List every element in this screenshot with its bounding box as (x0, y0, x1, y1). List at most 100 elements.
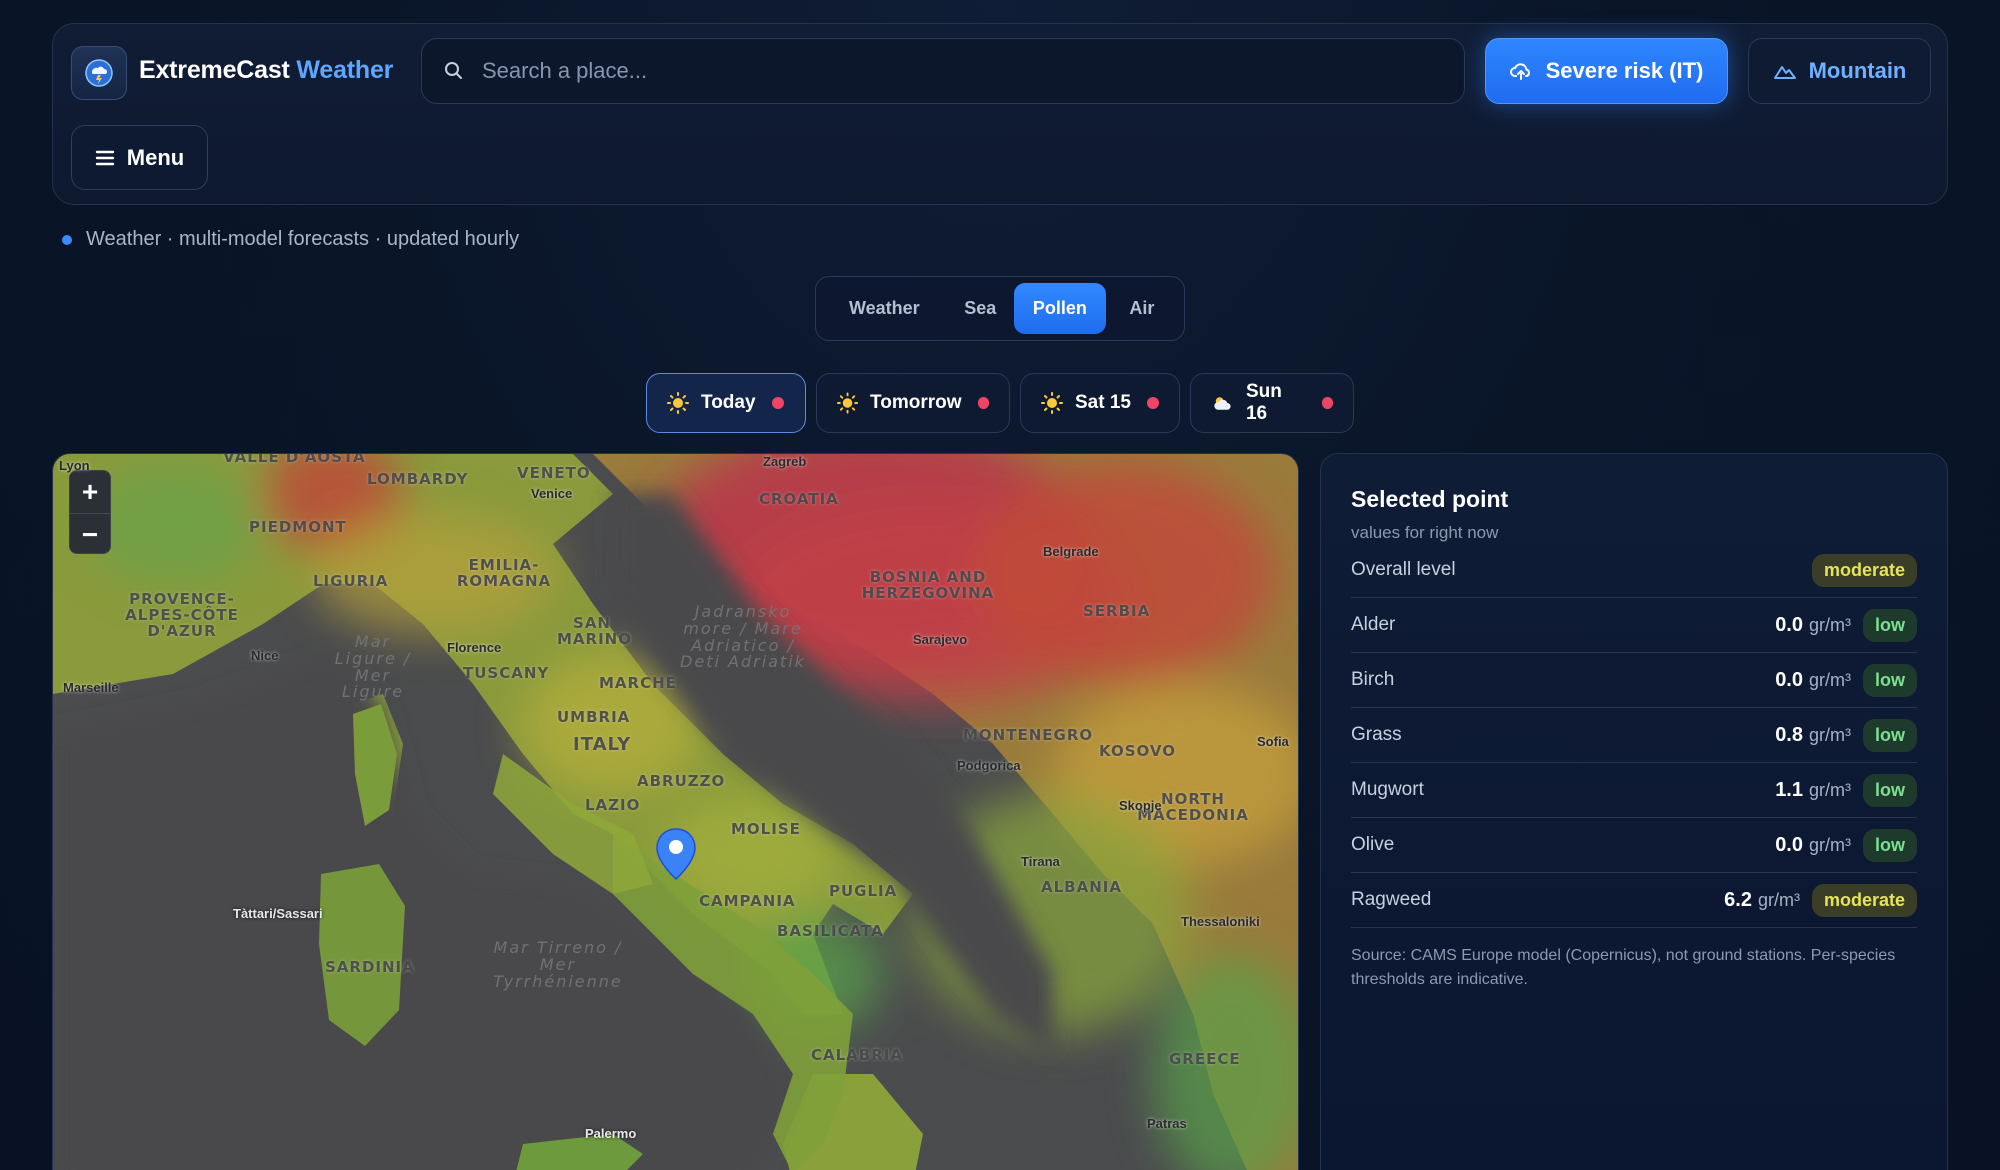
city-label: Marseille (63, 680, 119, 695)
row-label: Overall level (1351, 559, 1456, 580)
storm-globe-icon (85, 59, 113, 87)
level-badge: low (1863, 663, 1917, 697)
top-bar: ExtremeCast Weather Severe risk (IT) Mou… (52, 23, 1948, 205)
region-label: UMBRIA (557, 708, 631, 726)
region-label: CAMPANIA (699, 892, 796, 910)
city-label: Lyon (59, 458, 90, 473)
region-label: VALLE D'AOSTA (223, 453, 366, 466)
row-unit: gr/m³ (1809, 834, 1851, 855)
overall-level-row: Overall level moderate (1351, 543, 1917, 598)
alert-dot (771, 397, 784, 409)
search-input[interactable] (482, 58, 1382, 84)
brand-accent: Weather (296, 56, 394, 84)
search-icon (445, 62, 462, 79)
region-label: SERBIA (1083, 602, 1151, 620)
region-label: PROVENCE-ALPES-CÔTE D'AZUR (125, 590, 239, 640)
cloud-upload-icon (1509, 63, 1530, 80)
zoom-out-button[interactable]: − (70, 513, 110, 553)
region-label: EMILIA-ROMAGNA (456, 556, 552, 590)
sun-icon (667, 392, 689, 414)
pollen-map[interactable]: + − VALLE D'AOSTA LOMBARDY VENETO PIEDMO… (52, 453, 1299, 1170)
tab-air[interactable]: Air (1106, 283, 1178, 334)
status-dot (62, 234, 72, 245)
mountain-button[interactable]: Mountain (1748, 38, 1931, 104)
row-label: Mugwort (1351, 779, 1424, 800)
row-label: Olive (1351, 834, 1395, 855)
severe-risk-button[interactable]: Severe risk (IT) (1485, 38, 1728, 104)
day-today[interactable]: Today (646, 373, 806, 433)
day-sun-16[interactable]: Sun 16 (1190, 373, 1354, 433)
region-label: SARDINIA (325, 958, 415, 976)
city-label: Zagreb (763, 454, 807, 469)
region-label: GREECE (1169, 1050, 1241, 1068)
zoom-in-button[interactable]: + (70, 471, 110, 513)
row-unit: gr/m³ (1809, 724, 1851, 745)
menu-button[interactable]: Menu (71, 125, 208, 190)
row-value: 0.0 (1775, 613, 1803, 636)
level-badge: low (1863, 773, 1917, 807)
mountain-label: Mountain (1808, 58, 1907, 83)
source-note: Source: CAMS Europe model (Copernicus), … (1351, 947, 1896, 988)
mode-tabs: Weather Sea Pollen Air (815, 276, 1185, 341)
city-label: Sarajevo (913, 632, 968, 647)
row-label: Ragweed (1351, 889, 1432, 910)
day-tomorrow[interactable]: Tomorrow (816, 373, 1010, 433)
row-unit: gr/m³ (1809, 779, 1851, 800)
tab-sea[interactable]: Sea (947, 283, 1014, 334)
severe-risk-label: Severe risk (IT) (1545, 58, 1704, 83)
region-label: LIGURIA (313, 572, 389, 590)
region-label: CALABRIA (811, 1046, 903, 1064)
pollen-row-ragweed: Ragweed 6.2 gr/m³ moderate (1351, 873, 1917, 928)
region-label: KOSOVO (1099, 742, 1176, 760)
level-badge: low (1863, 718, 1917, 752)
day-label: Tomorrow (870, 392, 962, 413)
brand-name: ExtremeCast Weather (139, 56, 393, 85)
brand-title: ExtremeCast (139, 56, 290, 84)
region-label: TUSCANY (463, 664, 550, 682)
pollen-row-birch: Birch 0.0 gr/m³ low (1351, 653, 1917, 708)
city-label: Venice (531, 486, 573, 501)
tab-pollen[interactable]: Pollen (1013, 283, 1106, 334)
cloud-sun-icon (1214, 397, 1231, 410)
menu-label: Menu (126, 144, 185, 170)
day-label: Sat 15 (1075, 392, 1131, 413)
city-label: Palermo (585, 1126, 637, 1141)
city-label: Sofia (1257, 734, 1289, 749)
sun-icon (1041, 392, 1063, 414)
alert-dot (1146, 397, 1159, 409)
zoom-control: + − (69, 470, 111, 554)
app-logo[interactable] (71, 46, 127, 100)
level-badge: low (1863, 828, 1917, 862)
sea-label: Jadransko more / Mare Adriatico / Deti A… (680, 602, 806, 672)
level-badge: low (1863, 608, 1917, 642)
map-canvas (53, 454, 1298, 1170)
row-label: Alder (1351, 614, 1396, 635)
search-box[interactable] (421, 38, 1465, 104)
region-label: ALBANIA (1041, 878, 1122, 896)
region-label: PIEDMONT (249, 518, 347, 536)
city-label: Belgrade (1043, 544, 1099, 559)
tab-weather[interactable]: Weather (822, 283, 947, 334)
day-label: Today (701, 392, 756, 413)
city-label: Podgorica (957, 758, 1021, 773)
row-label: Grass (1351, 724, 1402, 745)
row-unit: gr/m³ (1809, 614, 1851, 635)
region-label: PUGLIA (829, 882, 898, 900)
region-label: BOSNIA AND HERZEGOVINA (861, 568, 995, 602)
sun-icon (837, 392, 859, 414)
city-label: Florence (447, 640, 502, 655)
pollen-row-olive: Olive 0.0 gr/m³ low (1351, 818, 1917, 873)
city-label: Tàttari/Sassari (233, 906, 323, 921)
pollen-row-alder: Alder 0.0 gr/m³ low (1351, 598, 1917, 653)
region-label: MONTENEGRO (963, 726, 1094, 744)
region-label: LOMBARDY (367, 470, 469, 488)
day-sat-15[interactable]: Sat 15 (1020, 373, 1180, 433)
selected-point-panel: Selected point values for right now Over… (1320, 453, 1948, 1170)
hamburger-icon (95, 150, 114, 165)
status-text: Weather · multi-model forecasts · update… (86, 228, 520, 250)
panel-title: Selected point (1351, 486, 1509, 512)
pollen-row-grass: Grass 0.8 gr/m³ low (1351, 708, 1917, 763)
mountain-icon (1773, 66, 1796, 79)
region-label: CROATIA (759, 490, 839, 508)
city-label: Tirana (1021, 854, 1060, 869)
